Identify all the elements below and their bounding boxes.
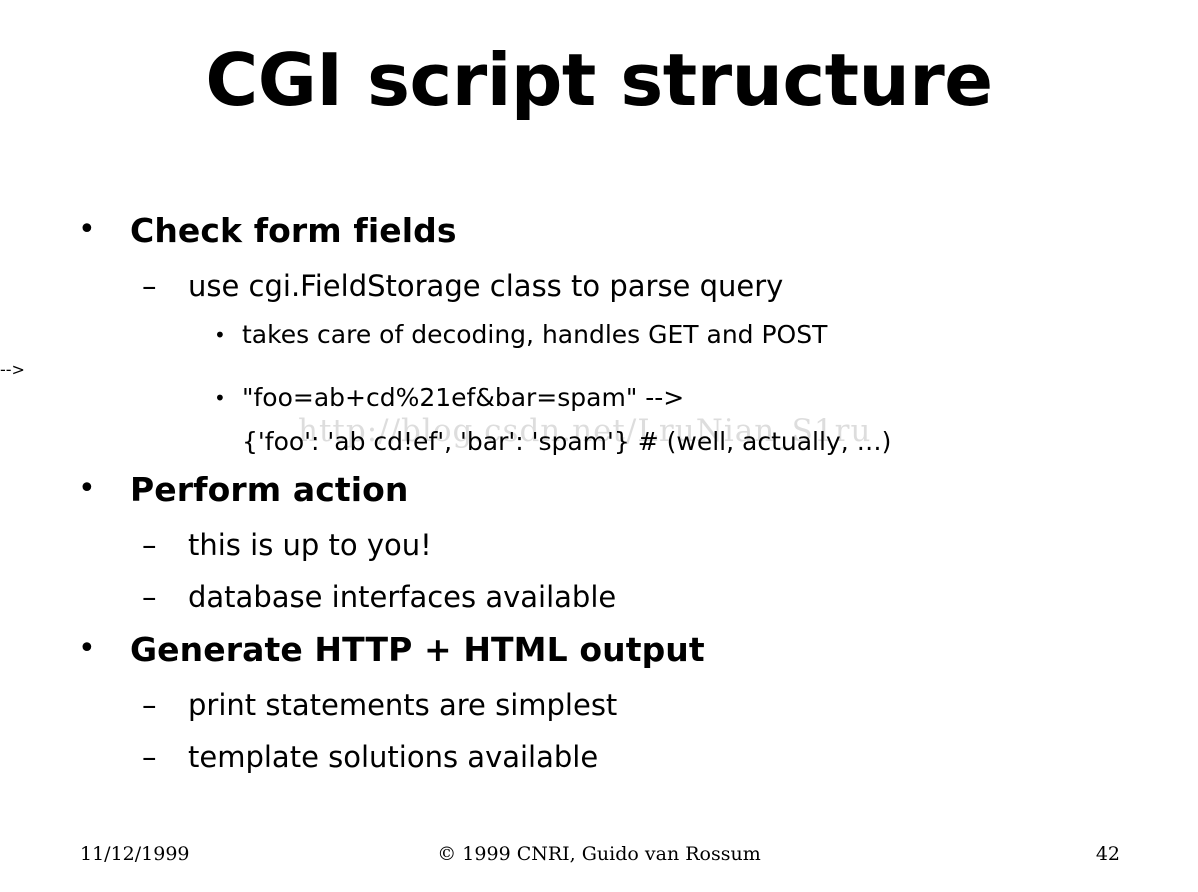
bullet-marker-icon: •	[78, 212, 96, 247]
bullet-text: template solutions available	[188, 740, 599, 774]
bullet-marker-icon: •	[78, 471, 96, 506]
bullet-level1: • Check form fields	[0, 208, 1198, 264]
bullet-marker-icon: •	[78, 631, 96, 666]
footer-copyright: © 1999 CNRI, Guido van Rossum	[437, 843, 761, 865]
bullet-text: use cgi.FieldStorage class to parse quer…	[188, 269, 784, 303]
bullet-text: Check form fields	[130, 211, 457, 250]
bullet-text: this is up to you!	[188, 528, 432, 562]
bullet-level2: – database interfaces available	[0, 575, 1198, 627]
bullet-level3-continuation: {'foo': 'ab cd!ef', 'bar': 'spam'} # (we…	[0, 423, 1198, 467]
slide-title: CGI script structure	[205, 38, 993, 122]
bullet-text: Generate HTTP + HTML output	[130, 630, 705, 669]
dash-marker-icon: –	[142, 688, 157, 722]
dash-marker-icon: –	[142, 580, 157, 614]
bullet-text: takes care of decoding, handles GET and …	[242, 320, 828, 349]
bullet-text: Perform action	[130, 470, 409, 509]
bullet-level1: • Perform action	[0, 467, 1198, 523]
bullet-level2: – use cgi.FieldStorage class to parse qu…	[0, 264, 1198, 316]
dash-marker-icon: –	[142, 740, 157, 774]
bullet-text: {'foo': 'ab cd!ef', 'bar': 'spam'} # (we…	[242, 427, 892, 456]
bullet-level2: – this is up to you!	[0, 523, 1198, 575]
bullet-level3: • "foo=ab+cd%21ef&bar=spam" -->	[0, 379, 1198, 423]
dash-marker-icon: –	[142, 528, 157, 562]
bullet-level3: • takes care of decoding, handles GET an…	[0, 316, 1198, 360]
bullet-level2: – template solutions available	[0, 735, 1198, 787]
footer-page-number: 42	[1095, 843, 1120, 865]
dash-marker-icon: –	[142, 269, 157, 303]
bullet-text: database interfaces available	[188, 580, 617, 614]
slide-body-bullet-list: • Check form fields – use cgi.FieldStora…	[0, 208, 1198, 774]
bullet-marker-icon: •	[214, 323, 226, 347]
bullet-level2: – print statements are simplest	[0, 683, 1198, 735]
bullet-level1: • Generate HTTP + HTML output	[0, 627, 1198, 683]
slide-footer: 11/12/1999 © 1999 CNRI, Guido van Rossum…	[0, 840, 1198, 874]
bullet-marker-icon: •	[214, 386, 226, 410]
bullet-text: print statements are simplest	[188, 688, 618, 722]
slide-canvas: CGI script structure • Check form fields…	[0, 0, 1198, 892]
bullet-text: "foo=ab+cd%21ef&bar=spam" -->	[242, 383, 685, 412]
